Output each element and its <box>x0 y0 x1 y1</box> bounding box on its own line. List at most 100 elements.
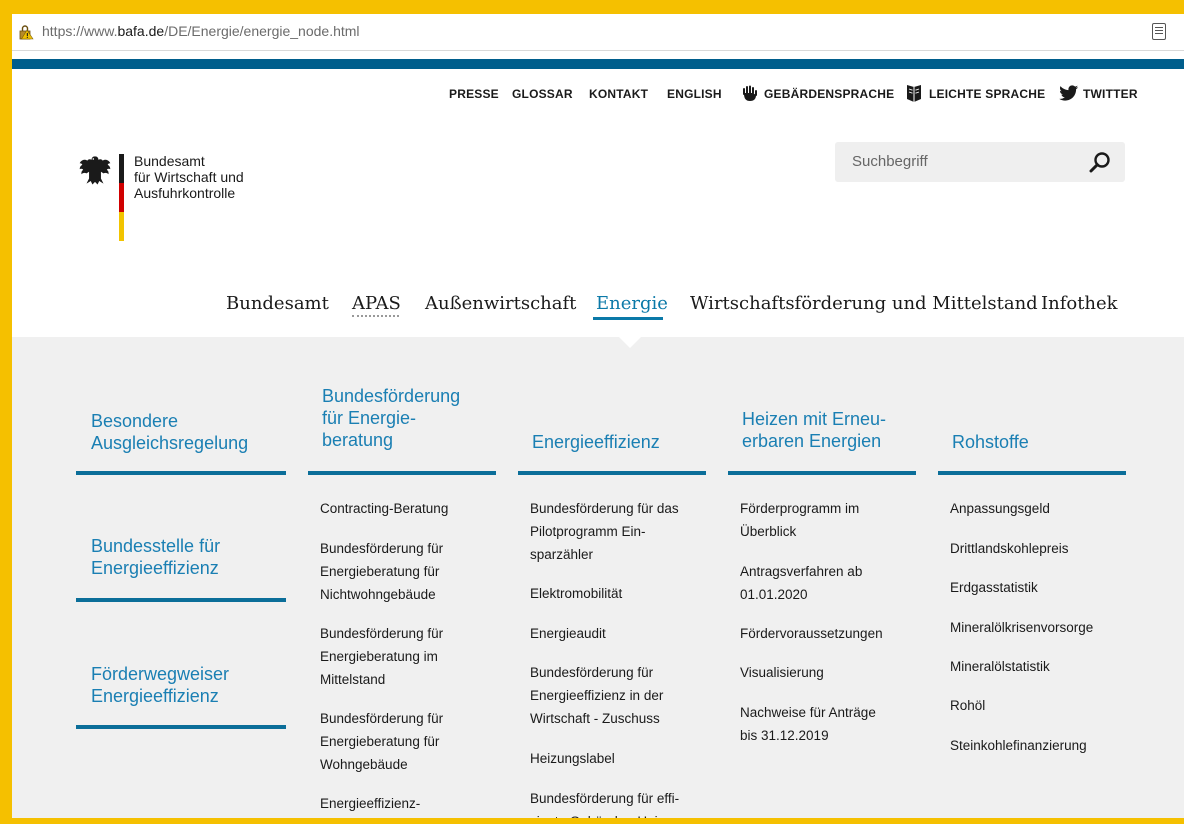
search-icon[interactable] <box>1089 151 1111 173</box>
link-line: Wirtschaft - Zuschuss <box>530 711 660 726</box>
heading-line: Rohstoffe <box>952 432 1029 452</box>
browser-viewport: https://www.bafa.de/DE/Energie/energie_n… <box>12 14 1184 818</box>
menu-link-mineraloelstatistik[interactable]: Mineralölstatistik <box>950 655 1050 678</box>
service-nav: PRESSE GLOSSAR KONTAKT ENGLISH GEBÄRDENS… <box>12 85 1184 107</box>
menu-heading-energieeffizienz[interactable]: Energieeffizienz <box>532 431 660 453</box>
menu-link-visualisierung[interactable]: Visualisierung <box>740 661 824 684</box>
url-text[interactable]: https://www.bafa.de/DE/Energie/energie_n… <box>42 23 360 39</box>
link-line: Förderprogramm im <box>740 501 860 516</box>
menu-link-energieaudit[interactable]: Energieaudit <box>530 622 606 645</box>
link-line: 01.01.2020 <box>740 587 808 602</box>
search-box[interactable]: Suchbegriff <box>835 142 1125 182</box>
heading-divider <box>76 598 286 602</box>
service-link-english[interactable]: ENGLISH <box>667 87 722 101</box>
menu-link-energieberatung-wohngebaeude[interactable]: Bundesförderung für Energieberatung für … <box>320 707 443 776</box>
heading-line: Bundesstelle für <box>91 536 221 556</box>
service-link-glossar[interactable]: GLOSSAR <box>512 87 573 101</box>
service-link-kontakt[interactable]: KONTAKT <box>589 87 648 101</box>
menu-link-drittlandskohlepreis[interactable]: Drittlandskohlepreis <box>950 537 1069 560</box>
main-nav-energie[interactable]: Energie <box>596 293 668 314</box>
link-line: Contracting-Beratung <box>320 501 449 516</box>
link-line: Rohöl <box>950 698 986 713</box>
menu-heading-foerderwegweiser[interactable]: Förderwegweiser Energieeffizienz <box>91 663 229 707</box>
menu-heading-rohstoffe[interactable]: Rohstoffe <box>952 431 1029 453</box>
main-nav-infothek[interactable]: Infothek <box>1041 293 1118 314</box>
heading-divider <box>518 471 706 475</box>
link-line: Mittelstand <box>320 672 386 687</box>
org-line-2: für Wirtschaft und <box>134 169 244 185</box>
url-domain: bafa.de <box>117 23 165 39</box>
menu-link-anpassungsgeld[interactable]: Anpassungsgeld <box>950 497 1050 520</box>
menu-link-energieberatung-mittelstand[interactable]: Bundesförderung für Energieberatung im M… <box>320 622 443 691</box>
service-link-presse[interactable]: PRESSE <box>449 87 499 101</box>
menu-link-rohoel[interactable]: Rohöl <box>950 694 985 717</box>
service-link-leichte-sprache[interactable]: LEICHTE SPRACHE <box>929 87 1045 101</box>
link-line: Bundesförderung für <box>320 711 444 726</box>
link-line: Energieeffizienz in der <box>530 688 664 703</box>
menu-link-energieeffizienz-wirtschaft[interactable]: Bundesförderung für Energieeffizienz in … <box>530 661 663 730</box>
menu-link-foerdervoraussetzungen[interactable]: Fördervoraussetzungen <box>740 622 883 645</box>
menu-heading-heizen-erneuerbare[interactable]: Heizen mit Erneu- erbaren Energien <box>742 408 886 452</box>
menu-heading-besondere-ausgleichsregelung[interactable]: Besondere Ausgleichsregelung <box>91 410 248 454</box>
link-line: Erdgasstatistik <box>950 580 1038 595</box>
heading-line: beratung <box>322 430 394 450</box>
mega-menu-caret <box>619 337 641 348</box>
menu-link-antragsverfahren[interactable]: Antragsverfahren ab 01.01.2020 <box>740 560 862 606</box>
main-nav-bundesamt[interactable]: Bundesamt <box>226 293 329 314</box>
url-host: https://www. <box>42 23 118 39</box>
apas-dotted-underline <box>352 315 399 317</box>
main-nav-apas[interactable]: APAS <box>352 293 401 314</box>
federal-eagle-icon[interactable] <box>78 153 112 187</box>
heading-line: Bundesförderung <box>322 386 461 406</box>
menu-link-heizungslabel[interactable]: Heizungslabel <box>530 747 615 770</box>
heading-line: Ausgleichsregelung <box>91 433 249 453</box>
menu-link-effiziente-gebaeude[interactable]: Bundesförderung für effi- ziente Gebäude… <box>530 787 679 818</box>
menu-link-elektromobilitaet[interactable]: Elektromobilität <box>530 582 622 605</box>
link-line: Energieberatung für <box>320 734 440 749</box>
main-nav-aussenwirtschaft[interactable]: Außenwirtschaft <box>425 293 576 314</box>
menu-link-steinkohlefinanzierung[interactable]: Steinkohlefinanzierung <box>950 734 1087 757</box>
menu-link-energieeffizienz-truncated[interactable]: Energieeffizienz- <box>320 792 420 815</box>
service-link-gebaerdensprache[interactable]: GEBÄRDENSPRACHE <box>764 87 894 101</box>
twitter-bird-icon <box>1059 85 1079 101</box>
service-link-twitter[interactable]: TWITTER <box>1083 87 1138 101</box>
menu-link-mineraloelkrisenvorsorge[interactable]: Mineralölkrisenvorsorge <box>950 616 1093 639</box>
menu-link-pilotprogramm-einsparzaehler[interactable]: Bundesförderung für das Pilotprogramm Ei… <box>530 497 679 566</box>
link-line: Nachweise für Anträge <box>740 705 876 720</box>
menu-link-nachweise-antraege[interactable]: Nachweise für Anträge bis 31.12.2019 <box>740 701 876 747</box>
main-nav-wirtschaftsfoerderung[interactable]: Wirtschaftsförderung und Mittelstand <box>690 293 1038 314</box>
link-line: Visualisierung <box>740 665 824 680</box>
insecure-lock-icon[interactable] <box>18 24 34 40</box>
url-path: /DE/Energie/energie_node.html <box>164 23 360 39</box>
link-line: Pilotprogramm Ein- <box>530 524 646 539</box>
menu-link-foerderprogramm-ueberblick[interactable]: Förderprogramm im Überblick <box>740 497 859 543</box>
link-line: Mineralölstatistik <box>950 659 1050 674</box>
link-line: Bundesförderung für <box>530 665 654 680</box>
org-line-3: Ausfuhrkontrolle <box>134 185 236 201</box>
link-line: Steinkohlefinanzierung <box>950 738 1087 753</box>
link-line: Wohngebäude <box>320 757 408 772</box>
heading-line: für Energie- <box>322 408 417 428</box>
link-line: Nichtwohngebäude <box>320 587 436 602</box>
sign-language-hand-icon <box>743 85 757 101</box>
link-line: Fördervoraussetzungen <box>740 626 883 641</box>
menu-link-energieberatung-nichtwohngebaeude[interactable]: Bundesförderung für Energieberatung für … <box>320 537 443 606</box>
header-brand-band <box>12 59 1184 69</box>
link-line: Energieberatung im <box>320 649 438 664</box>
menu-link-erdgasstatistik[interactable]: Erdgasstatistik <box>950 576 1038 599</box>
menu-heading-bundesfoerderung-energieberatung[interactable]: Bundesförderung für Energie- beratung <box>322 385 460 451</box>
link-line: Bundesförderung für <box>320 626 444 641</box>
menu-link-contracting-beratung[interactable]: Contracting-Beratung <box>320 497 448 520</box>
reader-view-icon[interactable] <box>1152 23 1166 40</box>
link-line: Antragsverfahren ab <box>740 564 863 579</box>
search-placeholder: Suchbegriff <box>852 153 928 170</box>
easy-language-book-icon <box>907 85 921 102</box>
organization-name[interactable]: Bundesamt für Wirtschaft und Ausfuhrkont… <box>134 153 244 201</box>
link-line: bis 31.12.2019 <box>740 728 829 743</box>
link-line: Bundesförderung für effi- <box>530 791 680 806</box>
heading-line: erbaren Energien <box>742 431 882 451</box>
heading-line: Energieeffizienz <box>91 558 219 578</box>
menu-heading-bundesstelle-energieeffizienz[interactable]: Bundesstelle für Energieeffizienz <box>91 535 220 579</box>
link-line: Überblick <box>740 524 797 539</box>
address-bar[interactable]: https://www.bafa.de/DE/Energie/energie_n… <box>12 14 1184 51</box>
